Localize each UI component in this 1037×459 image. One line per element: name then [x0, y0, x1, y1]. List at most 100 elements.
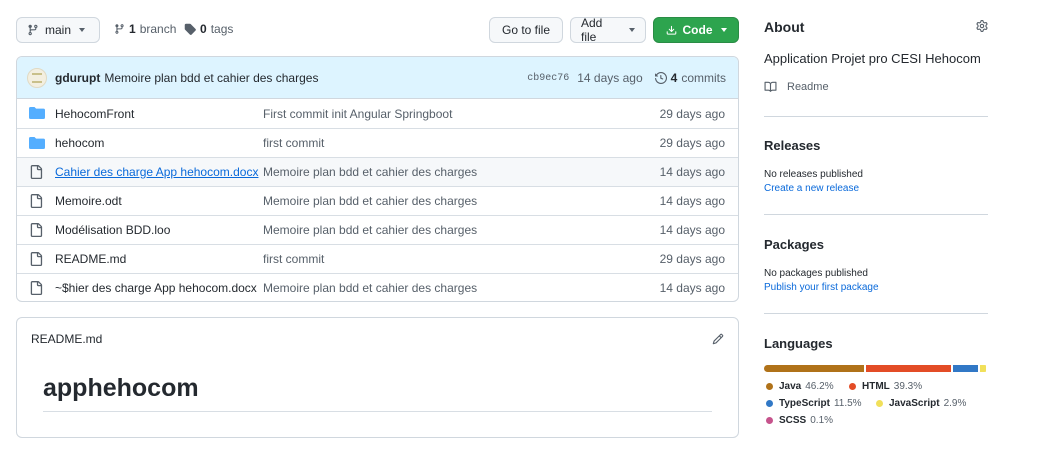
commit-hash[interactable]: cb9ec76	[527, 73, 569, 84]
code-button[interactable]: Code	[653, 17, 739, 43]
chevron-down-icon	[79, 28, 86, 32]
history-icon	[654, 72, 667, 84]
branch-selector-button[interactable]: main	[16, 17, 100, 43]
file-commit-message[interactable]: first commit	[263, 252, 324, 266]
file-commit-message[interactable]: Memoire plan bdd et cahier des charges	[263, 194, 477, 208]
language-name: Java	[779, 381, 802, 392]
publish-package-link[interactable]: Publish your first package	[764, 282, 879, 293]
latest-commit-bar: gdurupt Memoire plan bdd et cahier des c…	[17, 57, 738, 99]
git-branch-icon	[28, 24, 38, 36]
commit-age: 14 days ago	[577, 71, 643, 85]
language-percent: 2.9%	[943, 398, 967, 409]
file-commit-message[interactable]: Memoire plan bdd et cahier des charges	[263, 223, 477, 237]
language-percent: 39.3%	[893, 381, 923, 392]
file-name[interactable]: HehocomFront	[55, 107, 134, 121]
file-row[interactable]: Modélisation BDD.loo Memoire plan bdd et …	[17, 215, 738, 244]
file-browser: gdurupt Memoire plan bdd et cahier des c…	[16, 56, 739, 302]
readme-filename[interactable]: README.md	[31, 332, 102, 346]
avatar[interactable]	[27, 67, 47, 88]
tags-link[interactable]: 0 tags	[184, 22, 233, 36]
no-releases-text: No releases published	[764, 169, 863, 180]
file-row[interactable]: README.md first commit 29 days ago	[17, 244, 738, 273]
about-description: Application Projet pro CESI Hehocom	[764, 51, 981, 66]
language-color-dot	[766, 417, 773, 424]
about-title: About	[764, 19, 805, 35]
languages-bar	[764, 365, 988, 372]
add-file-label: Add file	[581, 16, 603, 44]
go-to-file-label: Go to file	[501, 23, 551, 37]
language-bar-segment[interactable]	[979, 365, 986, 372]
language-color-dot	[849, 383, 856, 390]
tag-icon	[184, 23, 196, 35]
readme-box: README.md apphehocom	[16, 317, 739, 438]
language-item[interactable]: HTML 39.3%	[849, 381, 922, 392]
file-age: 29 days ago	[659, 106, 725, 121]
file-icon	[29, 252, 45, 266]
file-commit-message[interactable]: First commit init Angular Springboot	[263, 107, 452, 121]
releases-title[interactable]: Releases	[764, 138, 820, 153]
file-commit-message[interactable]: Memoire plan bdd et cahier des charges	[263, 165, 477, 179]
file-row[interactable]: HehocomFront First commit init Angular Sp…	[17, 99, 738, 128]
file-age: 14 days ago	[659, 281, 725, 295]
language-name: JavaScript	[889, 398, 940, 409]
branches-count: 1	[129, 22, 136, 36]
pencil-icon[interactable]	[712, 333, 724, 345]
readme-link[interactable]: Readme	[764, 81, 829, 93]
file-row[interactable]: Cahier des charge App hehocom.docx Memoir…	[17, 157, 738, 186]
file-name[interactable]: README.md	[55, 252, 126, 266]
language-percent: 11.5%	[833, 398, 862, 409]
readme-divider	[43, 411, 712, 412]
commit-author[interactable]: gdurupt	[55, 71, 100, 85]
language-name: TypeScript	[779, 398, 830, 409]
git-branch-icon	[115, 24, 124, 34]
commits-label: commits	[681, 71, 726, 85]
branches-link[interactable]: 1 branch	[114, 22, 176, 36]
file-name[interactable]: Memoire.odt	[55, 194, 122, 208]
file-name[interactable]: hehocom	[55, 136, 104, 150]
language-item[interactable]: SCSS 0.1%	[766, 415, 833, 426]
language-color-dot	[766, 383, 773, 390]
file-name[interactable]: ~$hier des charge App hehocom.docx	[55, 281, 257, 295]
create-release-link[interactable]: Create a new release	[764, 183, 859, 194]
readme-link-label: Readme	[787, 81, 829, 93]
commit-message[interactable]: Memoire plan bdd et cahier des charges	[104, 71, 318, 85]
file-age: 14 days ago	[659, 194, 725, 208]
file-row[interactable]: Memoire.odt Memoire plan bdd et cahier de…	[17, 186, 738, 215]
go-to-file-button[interactable]: Go to file	[489, 17, 563, 43]
file-age: 29 days ago	[659, 252, 725, 266]
language-item[interactable]: TypeScript 11.5%	[766, 398, 862, 409]
file-age: 14 days ago	[659, 165, 725, 179]
file-row[interactable]: hehocom first commit 29 days ago	[17, 128, 738, 157]
packages-title[interactable]: Packages	[764, 237, 824, 252]
language-item[interactable]: JavaScript 2.9%	[876, 398, 966, 409]
folder-icon	[29, 106, 45, 120]
chevron-down-icon	[629, 28, 635, 32]
readme-heading: apphehocom	[43, 374, 199, 402]
file-row[interactable]: ~$hier des charge App hehocom.docx Memoir…	[17, 273, 738, 301]
commits-history-link[interactable]: 4 commits	[654, 71, 726, 85]
file-commit-message[interactable]: Memoire plan bdd et cahier des charges	[263, 281, 477, 295]
language-bar-segment[interactable]	[952, 365, 978, 372]
language-color-dot	[876, 400, 883, 407]
commit-info: cb9ec76 14 days ago 4 commits	[527, 57, 726, 99]
file-list: HehocomFront First commit init Angular Sp…	[17, 99, 738, 301]
language-bar-segment[interactable]	[865, 365, 951, 372]
code-label: Code	[682, 23, 713, 37]
file-name[interactable]: Modélisation BDD.loo	[55, 223, 170, 237]
branches-label: branch	[139, 22, 177, 36]
gear-icon[interactable]	[976, 20, 988, 32]
add-file-button[interactable]: Add file	[570, 16, 646, 44]
language-percent: 0.1%	[810, 415, 834, 426]
commits-count: 4	[670, 71, 678, 85]
folder-icon	[29, 136, 45, 150]
language-item[interactable]: Java 46.2%	[766, 381, 834, 392]
file-age: 29 days ago	[659, 136, 725, 150]
file-name[interactable]: Cahier des charge App hehocom.docx	[55, 165, 258, 179]
file-icon	[29, 165, 45, 179]
language-bar-segment[interactable]	[764, 365, 864, 372]
file-icon	[29, 281, 45, 295]
file-commit-message[interactable]: first commit	[263, 136, 324, 150]
tags-count: 0	[200, 22, 207, 36]
branch-label: main	[45, 23, 72, 37]
language-name: HTML	[862, 381, 890, 392]
